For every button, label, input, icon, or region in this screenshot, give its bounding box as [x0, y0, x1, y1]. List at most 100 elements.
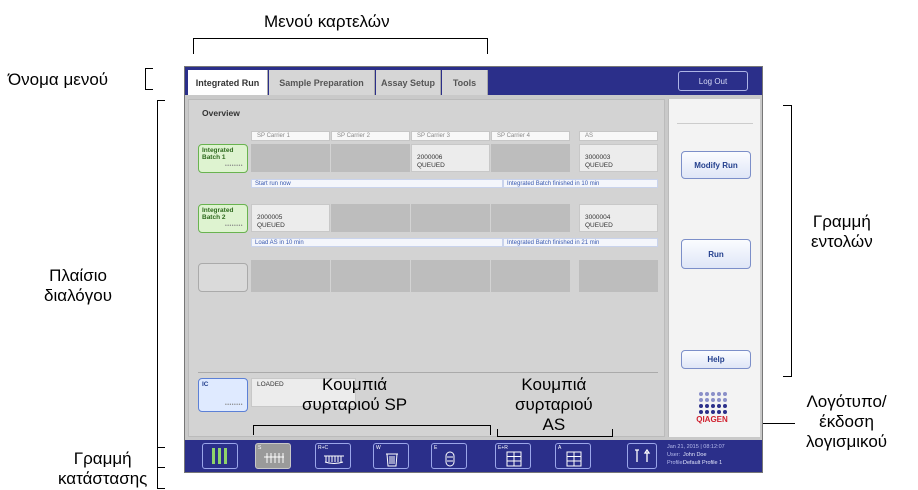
sp-buttons-callout: Κουμπιά συρταριού SP	[302, 375, 407, 415]
reagents-consumables-drawer-button[interactable]: R+C	[315, 443, 351, 469]
qiagen-logo-text: QIAGEN	[696, 415, 728, 424]
batch-2-dots: ••••••••	[224, 223, 243, 229]
batch-1-dots: ••••••••	[224, 163, 243, 169]
status-bar-callout-line2: κατάστασης	[58, 469, 148, 488]
batch-1-as-status: QUEUED	[585, 162, 613, 169]
instrument-status-icon[interactable]	[202, 443, 238, 469]
batch-1-as-slot[interactable]: 3000003 QUEUED	[579, 144, 658, 172]
assay-drawer-label: A	[558, 445, 562, 451]
batch-2-sp-carrier-1-slot[interactable]: 2000005 QUEUED	[251, 204, 330, 232]
batch-2-label-line1: Integrated	[202, 207, 234, 214]
batch-2-as-status: QUEUED	[585, 222, 613, 229]
status-profile: Default Profile 1	[683, 460, 723, 466]
command-bar-divider	[677, 123, 753, 124]
as-callout-line2: συρταριού	[515, 395, 593, 414]
command-bar-callout: Γραμμή εντολών	[811, 212, 873, 252]
tools-button[interactable]	[627, 443, 657, 469]
run-button[interactable]: Run	[681, 239, 751, 269]
ic-button[interactable]: IC ••••••••	[198, 378, 248, 412]
assay-drawer-button[interactable]: A	[555, 443, 591, 469]
batch-1-sp-carrier-1-slot[interactable]	[251, 144, 330, 172]
as-callout-line1: Κουμπιά	[521, 375, 587, 394]
tab-sample-preparation[interactable]: Sample Preparation	[269, 70, 375, 95]
command-bar: Modify Run Run Help QIAGEN	[668, 99, 760, 437]
batch-2-info-left: Load AS in 10 min	[251, 238, 503, 247]
status-datetime: Jan 21, 2015 | 08:12:07	[667, 444, 725, 450]
waste-bin-icon	[386, 453, 398, 467]
assay-icon	[566, 451, 582, 467]
modify-run-button[interactable]: Modify Run	[681, 151, 751, 179]
reagent-icon	[324, 455, 344, 464]
command-bar-callout-line1: Γραμμή	[812, 212, 871, 231]
status-user-label: User:	[667, 452, 681, 458]
command-bar-callout-line2: εντολών	[811, 232, 873, 251]
batch-3-empty-button[interactable]	[198, 263, 248, 292]
waste-drawer-button[interactable]: W	[373, 443, 409, 469]
column-header-as: AS	[579, 131, 658, 141]
batch-2-sp-carrier-4-slot[interactable]	[491, 204, 570, 232]
sample-drawer-button[interactable]: S	[255, 443, 291, 469]
status-bar-callout: Γραμμή κατάστασης	[58, 449, 147, 489]
instrument-screen: Integrated Run Sample Preparation Assay …	[184, 66, 763, 473]
row-3-sp-carrier-2-slot	[331, 260, 410, 292]
status-info: Jan 21, 2015 | 08:12:07 User: John Doe Pr…	[667, 443, 759, 467]
eluate-reagent-icon	[506, 451, 522, 467]
batch-1-label-line1: Integrated	[202, 147, 234, 154]
wrench-screwdriver-icon	[635, 448, 651, 462]
qiagen-logo: QIAGEN	[691, 391, 741, 431]
batch-1-label-line2: Batch 1	[202, 154, 226, 161]
batch-2-info-right: Integrated Batch finished in 21 min	[503, 238, 658, 247]
batch-1-sp-carrier-3-slot[interactable]: 2000006 QUEUED	[411, 144, 490, 172]
logo-callout-line3: λογισμικού	[806, 432, 888, 451]
batch-1-carrier-3-status: QUEUED	[417, 162, 445, 169]
ic-label: IC	[202, 381, 209, 388]
batch-2-sp-carrier-3-slot[interactable]	[411, 204, 490, 232]
menu-bar: Integrated Run Sample Preparation Assay …	[185, 67, 762, 95]
dialog-area: Overview SP Carrier 1 SP Carrier 2 SP Ca…	[188, 99, 665, 437]
batch-1-sp-carrier-2-slot[interactable]	[331, 144, 410, 172]
ic-dots: ••••••••	[224, 402, 243, 408]
column-header-sp-carrier-1: SP Carrier 1	[251, 131, 330, 141]
tab-tools[interactable]: Tools	[442, 70, 488, 95]
column-header-sp-carrier-3: SP Carrier 3	[411, 131, 490, 141]
eluate-reagent-drawer-button[interactable]: E+R	[495, 443, 531, 469]
batch-2-button[interactable]: Integrated Batch 2 ••••••••	[198, 204, 248, 233]
as-buttons-callout: Κουμπιά συρταριού AS	[515, 375, 593, 437]
log-out-button[interactable]: Log Out	[678, 71, 748, 91]
batch-2-sp-carrier-2-slot[interactable]	[331, 204, 410, 232]
sample-drawer-label: S	[258, 445, 262, 451]
status-bar-callout-line1: Γραμμή	[73, 449, 132, 468]
eluate-drawer-button[interactable]: E	[431, 443, 467, 469]
menu-name-callout: Όνομα μενού	[8, 70, 109, 89]
separator-line	[198, 372, 658, 373]
tab-integrated-run[interactable]: Integrated Run	[188, 70, 268, 95]
as-callout-line3: AS	[542, 415, 566, 434]
batch-2-as-slot[interactable]: 3000004 QUEUED	[579, 204, 658, 232]
column-header-sp-carrier-2: SP Carrier 2	[331, 131, 410, 141]
batch-2-as-id: 3000004	[585, 214, 611, 221]
row-3-sp-carrier-4-slot	[491, 260, 570, 292]
status-bar: S R+C W E E+R A Jan 21, 2015 | 08:12:07 …	[185, 440, 762, 472]
batch-1-sp-carrier-4-slot[interactable]	[491, 144, 570, 172]
logo-callout-line1: Λογότυπο/	[806, 392, 887, 411]
tab-menu-callout: Μενού καρτελών	[264, 12, 390, 31]
column-header-sp-carrier-4: SP Carrier 4	[491, 131, 570, 141]
qiagen-logo-dots-icon	[699, 392, 727, 414]
batch-1-info-left: Start run now	[251, 179, 503, 188]
batch-1-info-right: Integrated Batch finished in 10 min	[503, 179, 658, 188]
status-profile-label: Profile:	[667, 460, 685, 466]
sp-callout-line1: Κουμπιά	[322, 375, 388, 394]
status-user: John Doe	[683, 452, 707, 458]
help-button[interactable]: Help	[681, 350, 751, 369]
eluate-drawer-label: E	[434, 445, 438, 451]
eluate-icon	[445, 451, 455, 467]
batch-1-button[interactable]: Integrated Batch 1 ••••••••	[198, 144, 248, 173]
row-3-sp-carrier-3-slot	[411, 260, 490, 292]
tab-assay-setup[interactable]: Assay Setup	[376, 70, 441, 95]
dialog-box-callout-line2: διαλόγου	[44, 286, 113, 305]
batch-1-as-id: 3000003	[585, 154, 611, 161]
dialog-box-callout: Πλαίσιο διαλόγου	[44, 266, 112, 306]
batch-1-carrier-3-id: 2000006	[417, 154, 443, 161]
row-3-as-slot	[579, 260, 658, 292]
batch-2-label-line2: Batch 2	[202, 214, 226, 221]
